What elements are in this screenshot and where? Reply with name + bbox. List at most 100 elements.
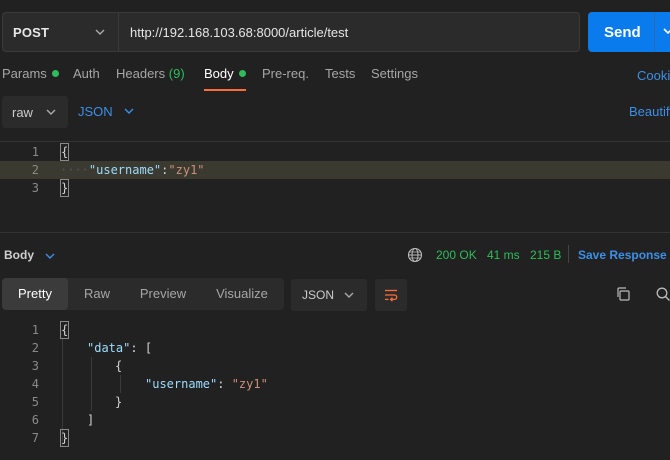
tab-visualize[interactable]: Visualize: [200, 278, 284, 310]
request-body-editor[interactable]: 1 { 2 ····"username":"zy1" 3 }: [0, 141, 670, 233]
tab-headers-label: Headers: [116, 66, 166, 81]
method-label: POST: [13, 24, 50, 40]
headers-count: (9): [168, 66, 185, 81]
tab-raw[interactable]: Raw: [68, 278, 126, 310]
save-response-button[interactable]: Save Response: [578, 248, 667, 262]
response-size[interactable]: 215 B: [530, 248, 561, 262]
open-brace: {: [60, 321, 70, 339]
tab-prereq[interactable]: Pre-req.: [262, 66, 309, 81]
tab-params-label: Params: [2, 66, 47, 81]
response-format-label: JSON: [302, 288, 335, 302]
line-number: 3: [31, 359, 39, 373]
cookies-link[interactable]: Cookies: [637, 68, 670, 83]
line-number: 1: [31, 323, 39, 337]
code-text: "username": "zy1": [145, 375, 268, 393]
json-value: "zy1": [168, 163, 205, 177]
code-line: 3 }: [0, 179, 670, 197]
copy-icon[interactable]: [615, 286, 631, 302]
beautify-link[interactable]: Beautify: [629, 104, 670, 119]
chevron-down-icon[interactable]: [44, 250, 56, 262]
code-text: }: [60, 429, 70, 447]
code-line-active: 2 ····"username":"zy1": [0, 161, 670, 179]
code-text: {: [60, 143, 70, 161]
code-line: 1 {: [0, 321, 670, 339]
open-bracket: [: [144, 341, 153, 355]
line-number: 2: [31, 163, 39, 177]
code-text: {: [60, 321, 70, 339]
params-indicator-dot: [51, 70, 59, 77]
inner-open-brace: {: [115, 359, 123, 373]
line-number: 1: [31, 145, 39, 159]
request-tabs: Params Auth Headers (9) Body Pre-req. Te…: [0, 66, 670, 90]
code-line: 7 }: [0, 429, 670, 447]
chevron-down-icon: [46, 109, 56, 115]
json-key: "username": [145, 377, 218, 391]
tab-auth[interactable]: Auth: [73, 66, 100, 81]
send-label: Send: [604, 23, 641, 41]
code-line: 3 {: [0, 357, 670, 375]
json-colon: :: [217, 377, 232, 391]
tab-pretty[interactable]: Pretty: [2, 278, 68, 310]
send-button[interactable]: Send: [588, 12, 670, 52]
open-brace: {: [60, 143, 70, 161]
close-brace: }: [60, 179, 70, 197]
close-bracket: ]: [87, 413, 95, 427]
method-select[interactable]: POST: [2, 12, 118, 52]
response-view-tabs: Pretty Raw Preview Visualize: [2, 278, 284, 310]
url-input[interactable]: http://192.168.103.68:8000/article/test: [118, 12, 580, 52]
line-number: 7: [31, 431, 39, 445]
body-language-label: JSON: [78, 104, 113, 119]
status-divider: [568, 245, 569, 263]
code-line: 6 ]: [0, 411, 670, 429]
body-mode-select[interactable]: raw: [2, 96, 68, 128]
search-icon[interactable]: [655, 286, 670, 302]
close-brace: }: [60, 429, 70, 447]
tab-preview[interactable]: Preview: [126, 278, 200, 310]
json-colon: :: [130, 341, 145, 355]
json-value: "zy1": [231, 377, 268, 391]
status-code[interactable]: 200 OK: [436, 248, 477, 262]
line-number: 2: [31, 341, 39, 355]
tab-tests[interactable]: Tests: [325, 66, 355, 81]
code-text: }: [60, 179, 70, 197]
active-tab-underline: [204, 89, 246, 91]
line-number: 3: [31, 181, 39, 195]
code-text: }: [115, 393, 122, 411]
code-text: ]: [87, 411, 94, 429]
body-language-select[interactable]: JSON: [78, 104, 134, 119]
body-indicator-dot: [238, 70, 246, 77]
json-key: "username": [88, 163, 162, 177]
code-text: "data": [: [87, 339, 152, 357]
code-line: 5 }: [0, 393, 670, 411]
tab-settings[interactable]: Settings: [371, 66, 418, 81]
code-line: 2 "data": [: [0, 339, 670, 357]
response-time[interactable]: 41 ms: [487, 248, 520, 262]
json-key: "data": [87, 341, 131, 355]
wrap-lines-icon: [385, 289, 398, 302]
line-number: 4: [31, 377, 39, 391]
globe-icon[interactable]: [407, 247, 423, 263]
tab-body-label: Body: [204, 66, 234, 81]
wrap-lines-button[interactable]: [375, 279, 407, 311]
tab-headers[interactable]: Headers (9): [116, 66, 185, 81]
response-format-select[interactable]: JSON: [291, 279, 367, 311]
line-number: 5: [31, 395, 39, 409]
indent-dots: ····: [60, 163, 89, 177]
tab-body[interactable]: Body: [204, 66, 246, 81]
line-number: 6: [31, 413, 39, 427]
postman-window: POST http://192.168.103.68:8000/article/…: [0, 0, 670, 460]
code-text: ····"username":"zy1": [60, 161, 205, 179]
chevron-down-icon: [344, 292, 354, 298]
response-body-viewer[interactable]: 1 { 2 "data": [ 3 { 4 "username": "zy1" …: [0, 321, 670, 460]
chevron-down-icon[interactable]: [661, 24, 670, 38]
send-divider: [654, 12, 655, 52]
tab-params[interactable]: Params: [2, 66, 59, 81]
code-text: {: [115, 357, 122, 375]
chevron-down-icon: [124, 108, 134, 114]
url-text: http://192.168.103.68:8000/article/test: [130, 24, 349, 40]
chevron-down-icon: [95, 29, 105, 35]
code-line: 1 {: [0, 143, 670, 161]
inner-close-brace: }: [115, 395, 123, 409]
code-line: 4 "username": "zy1": [0, 375, 670, 393]
response-body-label[interactable]: Body: [4, 248, 34, 262]
